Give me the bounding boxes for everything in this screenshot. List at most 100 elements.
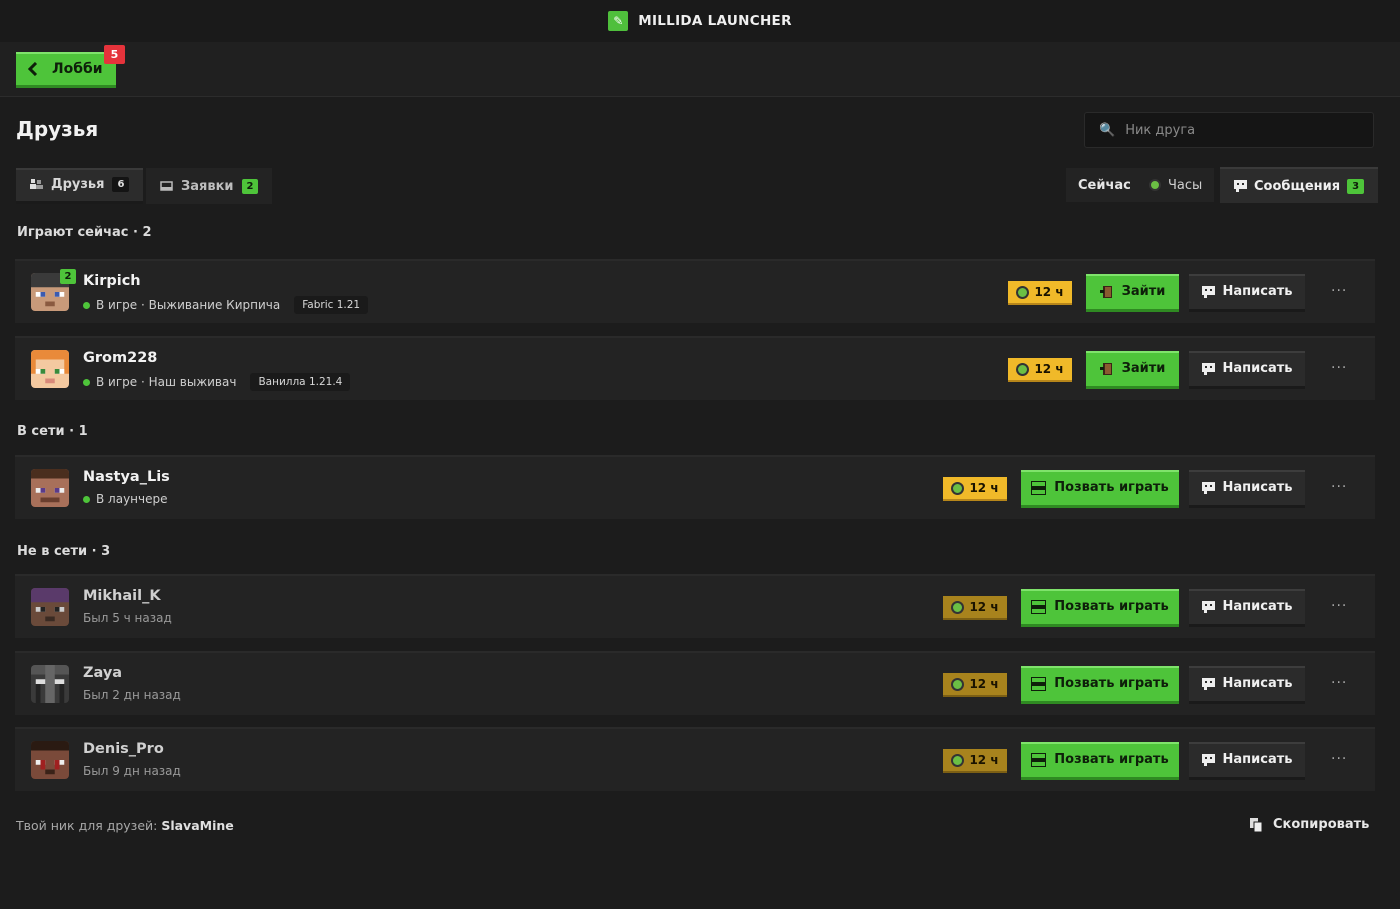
clock-icon [951, 753, 965, 767]
tab-requests-count: 2 [241, 178, 259, 194]
sort-now-label: Сейчас [1078, 177, 1131, 193]
chevron-left-icon [28, 61, 38, 76]
own-nick-value[interactable]: SlavaMine [161, 818, 233, 833]
sort-now-button[interactable]: Сейчас [1066, 168, 1143, 202]
more-options-button[interactable]: ··· [1331, 751, 1347, 767]
hours-value: 12 ч [969, 753, 999, 767]
page-title: Друзья [16, 117, 99, 141]
join-button[interactable]: Зайти [1086, 351, 1179, 389]
status-text: Был 2 дн назад [83, 688, 181, 702]
inbox-icon [160, 180, 173, 191]
hours-badge: 12 ч [943, 749, 1007, 773]
hours-badge: 12 ч [1008, 281, 1072, 305]
invite-to-play-button[interactable]: Позвать играть [1021, 742, 1179, 780]
write-button[interactable]: Написать [1189, 351, 1305, 389]
lobby-notification-badge: 5 [104, 45, 125, 64]
version-badge: Fabric 1.21 [294, 296, 369, 314]
avatar-badge: 2 [60, 269, 76, 284]
invite-to-play-button[interactable]: Позвать играть [1021, 470, 1179, 508]
clock-icon [951, 600, 965, 614]
sort-messages-label: Сообщения [1254, 178, 1341, 194]
online-dot-icon [83, 495, 90, 503]
clock-icon [1016, 362, 1030, 376]
clock-icon [1149, 179, 1161, 191]
write-label: Написать [1222, 752, 1293, 767]
clock-icon [951, 481, 965, 495]
clock-icon [951, 677, 965, 691]
write-button[interactable]: Написать [1189, 470, 1305, 508]
section-online: В сети · 1 [17, 424, 88, 439]
more-options-button[interactable]: ··· [1331, 479, 1347, 495]
write-button[interactable]: Написать [1189, 666, 1305, 704]
avatar [31, 350, 69, 388]
write-button[interactable]: Написать [1189, 742, 1305, 780]
more-options-button[interactable]: ··· [1331, 675, 1347, 691]
version-badge: Ванилла 1.21.4 [250, 373, 351, 391]
status-text: Был 5 ч назад [83, 611, 172, 625]
hours-value: 12 ч [1034, 285, 1064, 299]
hours-badge: 12 ч [943, 673, 1007, 697]
sort-hours-label: Часы [1168, 177, 1203, 193]
message-icon [1201, 677, 1215, 690]
invite-to-play-button[interactable]: Позвать играть [1021, 589, 1179, 627]
own-nick-label: Твой ник для друзей: [16, 818, 158, 833]
message-icon [1201, 600, 1215, 613]
friend-nick: Grom228 [83, 350, 158, 366]
title-bar: ✎ MILLIDA LAUNCHER [0, 0, 1400, 42]
door-icon [1099, 285, 1112, 298]
friend-nick: Mikhail_K [83, 588, 161, 604]
back-to-lobby-button[interactable]: Лобби [16, 52, 116, 88]
copy-icon [1250, 817, 1263, 832]
friend-status: Был 2 дн назад [83, 688, 181, 702]
status-text: В игре · Выживание Кирпича [96, 298, 281, 312]
join-button[interactable]: Зайти [1086, 274, 1179, 312]
friend-nick: Zaya [83, 665, 123, 681]
write-button[interactable]: Написать [1189, 274, 1305, 312]
top-bar: Лобби 5 [0, 42, 1400, 97]
status-text: В лаунчере [96, 492, 168, 506]
server-icon [1031, 676, 1047, 691]
tab-friends[interactable]: Друзья 6 [16, 168, 144, 204]
section-playing: Играют сейчас · 2 [17, 225, 152, 240]
friend-nick: Denis_Pro [83, 741, 164, 757]
launcher-logo-icon: ✎ [608, 11, 629, 31]
friend-nick: Kirpich [83, 273, 141, 289]
more-options-button[interactable]: ··· [1331, 360, 1347, 376]
status-text: Был 9 дн назад [83, 764, 181, 778]
sort-hours-button[interactable]: Часы [1137, 168, 1215, 202]
friend-row: Denis_Pro Был 9 дн назад 12 ч Позвать иг… [15, 727, 1375, 791]
friend-nick: Nastya_Lis [83, 469, 170, 485]
write-button[interactable]: Написать [1189, 589, 1305, 627]
copy-nick-button[interactable]: Скопировать [1250, 817, 1369, 832]
more-options-button[interactable]: ··· [1331, 598, 1347, 614]
tab-requests[interactable]: Заявки 2 [146, 168, 273, 204]
hours-value: 12 ч [969, 481, 999, 495]
sort-messages-button[interactable]: Сообщения 3 [1220, 167, 1379, 203]
status-text: В игре · Наш выживач [96, 375, 237, 389]
avatar [31, 741, 69, 779]
app-title: MILLIDA LAUNCHER [638, 13, 792, 29]
friend-status: В игре · Наш выживач Ванилла 1.21.4 [83, 373, 351, 391]
hours-value: 12 ч [969, 677, 999, 691]
friend-row: 2 Kirpich В игре · Выживание Кирпича Fab… [15, 259, 1375, 323]
hours-badge: 12 ч [1008, 358, 1072, 382]
avatar [31, 588, 69, 626]
more-options-button[interactable]: ··· [1331, 283, 1347, 299]
avatar [31, 469, 69, 507]
friend-row: Grom228 В игре · Наш выживач Ванилла 1.2… [15, 336, 1375, 400]
message-icon [1201, 285, 1215, 298]
hours-badge: 12 ч [943, 477, 1007, 501]
friend-status: В лаунчере [83, 492, 168, 506]
invite-label: Позвать играть [1054, 480, 1169, 495]
server-icon [1031, 480, 1047, 495]
messages-count: 3 [1347, 178, 1365, 194]
friend-search-input[interactable] [1125, 122, 1356, 138]
friend-row: Mikhail_K Был 5 ч назад 12 ч Позвать игр… [15, 574, 1375, 638]
section-offline: Не в сети · 3 [17, 544, 111, 559]
friend-status: Был 9 дн назад [83, 764, 181, 778]
invite-to-play-button[interactable]: Позвать играть [1021, 666, 1179, 704]
server-icon [1031, 599, 1047, 614]
message-icon [1201, 753, 1215, 766]
server-icon [1031, 752, 1047, 767]
friend-row: Zaya Был 2 дн назад 12 ч Позвать играть … [15, 651, 1375, 715]
